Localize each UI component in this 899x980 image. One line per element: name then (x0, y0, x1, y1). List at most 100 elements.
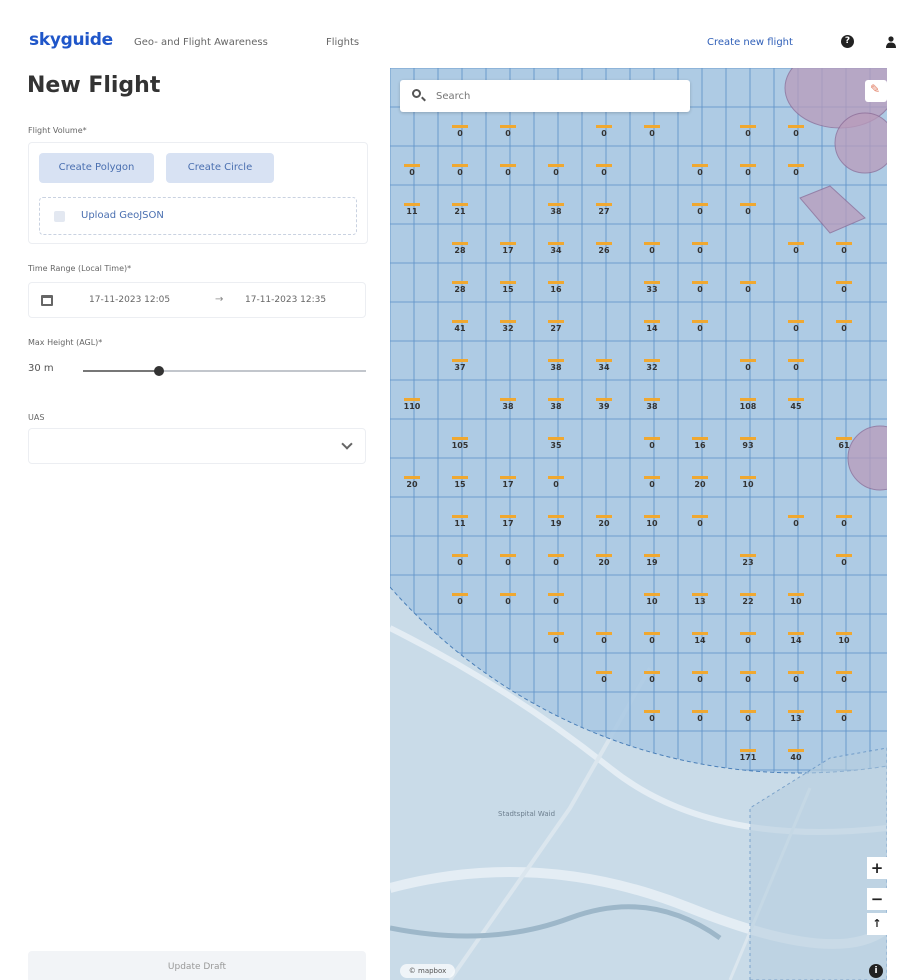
grid-cell-value[interactable]: 0 (786, 324, 806, 333)
grid-cell-value[interactable]: 17 (498, 519, 518, 528)
grid-cell-value[interactable]: 61 (834, 441, 854, 450)
grid-cell-value[interactable]: 19 (546, 519, 566, 528)
user-icon[interactable] (886, 36, 896, 48)
grid-cell-value[interactable]: 0 (786, 519, 806, 528)
grid-cell-value[interactable]: 0 (738, 285, 758, 294)
grid-cell-value[interactable]: 28 (450, 246, 470, 255)
grid-cell-value[interactable]: 0 (642, 636, 662, 645)
map-search-input[interactable] (436, 87, 676, 105)
grid-cell-value[interactable]: 0 (834, 714, 854, 723)
grid-cell-value[interactable]: 26 (594, 246, 614, 255)
grid-cell-value[interactable]: 0 (834, 675, 854, 684)
grid-cell-value[interactable]: 27 (546, 324, 566, 333)
grid-cell-value[interactable]: 32 (498, 324, 518, 333)
grid-cell-value[interactable]: 0 (498, 558, 518, 567)
grid-cell-value[interactable]: 0 (594, 129, 614, 138)
grid-cell-value[interactable]: 0 (786, 246, 806, 255)
create-new-flight-link[interactable]: Create new flight (707, 37, 793, 48)
grid-cell-value[interactable]: 0 (450, 129, 470, 138)
grid-cell-value[interactable]: 14 (786, 636, 806, 645)
grid-cell-value[interactable]: 35 (546, 441, 566, 450)
grid-cell-value[interactable]: 17 (498, 246, 518, 255)
grid-cell-value[interactable]: 0 (786, 363, 806, 372)
grid-cell-value[interactable]: 0 (546, 558, 566, 567)
grid-cell-value[interactable]: 0 (786, 168, 806, 177)
time-range-picker[interactable]: 17-11-2023 12:05 → 17-11-2023 12:35 (28, 282, 366, 318)
update-draft-button[interactable]: Update Draft (28, 951, 366, 980)
time-end-value[interactable]: 17-11-2023 12:35 (245, 295, 326, 305)
grid-cell-value[interactable]: 0 (690, 675, 710, 684)
grid-cell-value[interactable]: 10 (642, 597, 662, 606)
grid-cell-value[interactable]: 20 (402, 480, 422, 489)
zoom-in-button[interactable]: + (867, 857, 887, 879)
uas-select[interactable] (28, 428, 366, 464)
grid-cell-value[interactable]: 22 (738, 597, 758, 606)
draw-tool-button[interactable]: ✎ (865, 80, 887, 102)
grid-cell-value[interactable]: 20 (690, 480, 710, 489)
grid-cell-value[interactable]: 27 (594, 207, 614, 216)
grid-cell-value[interactable]: 0 (450, 597, 470, 606)
grid-cell-value[interactable]: 0 (594, 675, 614, 684)
grid-cell-value[interactable]: 0 (450, 168, 470, 177)
grid-cell-value[interactable]: 0 (546, 168, 566, 177)
grid-cell-value[interactable]: 0 (738, 168, 758, 177)
grid-cell-value[interactable]: 21 (450, 207, 470, 216)
grid-cell-value[interactable]: 0 (690, 207, 710, 216)
create-polygon-button[interactable]: Create Polygon (39, 153, 154, 183)
max-height-slider[interactable] (83, 366, 366, 376)
grid-cell-value[interactable]: 37 (450, 363, 470, 372)
grid-cell-value[interactable]: 34 (594, 363, 614, 372)
grid-cell-value[interactable]: 0 (642, 714, 662, 723)
grid-cell-value[interactable]: 41 (450, 324, 470, 333)
map-view[interactable]: 0 0 0 0 0 0 0 0 0 0 0 0 0 0 11 21 38 27 0 0 28 17 34 26 0 0 0 0 28 15… (390, 68, 887, 980)
grid-cell-value[interactable]: 11 (402, 207, 422, 216)
grid-cell-value[interactable]: 0 (498, 597, 518, 606)
grid-cell-value[interactable]: 32 (642, 363, 662, 372)
grid-cell-value[interactable]: 38 (546, 363, 566, 372)
upload-geojson-dropzone[interactable]: Upload GeoJSON (39, 197, 357, 235)
grid-cell-value[interactable]: 38 (498, 402, 518, 411)
grid-cell-value[interactable]: 0 (642, 441, 662, 450)
grid-cell-value[interactable]: 0 (738, 675, 758, 684)
grid-cell-value[interactable]: 0 (450, 558, 470, 567)
grid-cell-value[interactable]: 0 (738, 714, 758, 723)
zoom-out-button[interactable]: − (867, 888, 887, 910)
grid-cell-value[interactable]: 38 (546, 207, 566, 216)
grid-cell-value[interactable]: 0 (834, 324, 854, 333)
grid-cell-value[interactable]: 33 (642, 285, 662, 294)
grid-cell-value[interactable]: 0 (690, 168, 710, 177)
skyguide-logo[interactable]: skyguide (29, 30, 113, 50)
grid-cell-value[interactable]: 0 (786, 675, 806, 684)
grid-cell-value[interactable]: 13 (786, 714, 806, 723)
nav-geo-awareness-link[interactable]: Geo- and Flight Awareness (134, 37, 268, 48)
create-circle-button[interactable]: Create Circle (166, 153, 274, 183)
grid-cell-value[interactable]: 15 (498, 285, 518, 294)
grid-cell-value[interactable]: 38 (546, 402, 566, 411)
time-start-value[interactable]: 17-11-2023 12:05 (89, 295, 170, 305)
grid-cell-value[interactable]: 0 (738, 636, 758, 645)
grid-cell-value[interactable]: 38 (642, 402, 662, 411)
grid-cell-value[interactable]: 0 (834, 285, 854, 294)
grid-cell-value[interactable]: 0 (690, 324, 710, 333)
compass-button[interactable]: ↑ (867, 913, 887, 935)
grid-cell-value[interactable]: 0 (834, 519, 854, 528)
grid-cell-value[interactable]: 39 (594, 402, 614, 411)
grid-cell-value[interactable]: 108 (738, 402, 758, 411)
map-search-box[interactable] (400, 80, 690, 112)
grid-cell-value[interactable]: 15 (450, 480, 470, 489)
question-icon[interactable]: ? (841, 35, 854, 48)
grid-cell-value[interactable]: 0 (642, 246, 662, 255)
grid-cell-value[interactable]: 20 (594, 558, 614, 567)
grid-cell-value[interactable]: 0 (738, 129, 758, 138)
grid-cell-value[interactable]: 10 (834, 636, 854, 645)
grid-cell-value[interactable]: 0 (402, 168, 422, 177)
grid-cell-value[interactable]: 40 (786, 753, 806, 762)
grid-cell-value[interactable]: 14 (690, 636, 710, 645)
nav-flights-link[interactable]: Flights (326, 37, 359, 48)
grid-cell-value[interactable]: 93 (738, 441, 758, 450)
grid-cell-value[interactable]: 0 (546, 636, 566, 645)
grid-cell-value[interactable]: 10 (642, 519, 662, 528)
grid-cell-value[interactable]: 14 (642, 324, 662, 333)
grid-cell-value[interactable]: 0 (546, 480, 566, 489)
grid-cell-value[interactable]: 0 (690, 519, 710, 528)
